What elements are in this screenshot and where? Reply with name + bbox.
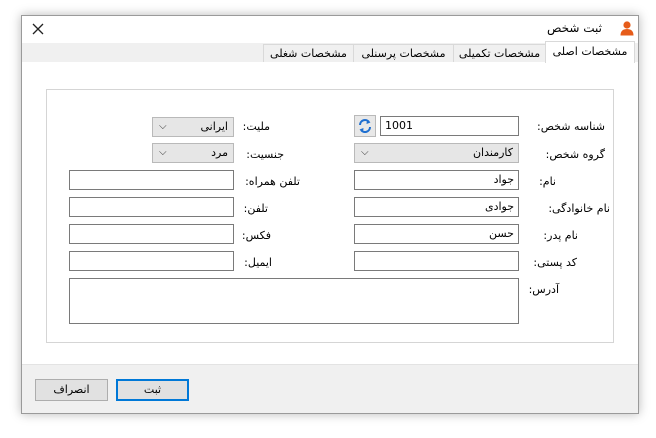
father-name-field[interactable]: حسن bbox=[354, 224, 519, 244]
last-name-field[interactable]: جوادی bbox=[354, 197, 519, 217]
person-group-label: گروه شخص: bbox=[545, 148, 605, 161]
person-group-select[interactable]: کارمندان ⌵ bbox=[354, 143, 519, 163]
refresh-id-button[interactable] bbox=[354, 115, 376, 137]
mobile-label: تلفن همراه: bbox=[245, 175, 300, 188]
gender-value: مرد bbox=[211, 146, 228, 159]
nationality-value: ایرانی bbox=[200, 120, 228, 133]
fax-field[interactable] bbox=[69, 224, 234, 244]
nationality-label: ملیت: bbox=[242, 120, 270, 133]
email-field[interactable] bbox=[69, 251, 234, 271]
title-bar bbox=[22, 16, 638, 43]
close-icon bbox=[32, 23, 44, 35]
window-title: ثبت شخص bbox=[546, 21, 602, 35]
last-name-label: نام خانوادگی: bbox=[548, 202, 610, 215]
fax-label: فکس: bbox=[241, 229, 271, 242]
person-group-value: کارمندان bbox=[472, 146, 513, 159]
address-field[interactable] bbox=[69, 278, 519, 324]
close-button[interactable] bbox=[26, 17, 50, 41]
gender-label: جنسیت: bbox=[246, 148, 284, 161]
first-name-label: نام: bbox=[539, 175, 556, 188]
chevron-down-icon: ⌵ bbox=[159, 147, 167, 158]
bottom-separator bbox=[22, 364, 638, 365]
person-id-field[interactable]: 1001 bbox=[380, 116, 519, 136]
person-id-label: شناسه شخص: bbox=[537, 120, 605, 133]
cancel-button[interactable]: انصراف bbox=[35, 379, 108, 401]
gender-select[interactable]: مرد ⌵ bbox=[152, 143, 234, 163]
postal-code-label: کد پستی: bbox=[533, 256, 577, 269]
chevron-down-icon: ⌵ bbox=[361, 147, 369, 158]
tab-job-info[interactable]: مشخصات شغلی bbox=[263, 44, 354, 63]
phone-label: تلفن: bbox=[243, 202, 268, 215]
chevron-down-icon: ⌵ bbox=[159, 121, 167, 132]
phone-field[interactable] bbox=[69, 197, 234, 217]
tab-main-info[interactable]: مشخصات اصلی bbox=[545, 41, 635, 63]
nationality-select[interactable]: ایرانی ⌵ bbox=[152, 117, 234, 137]
submit-button[interactable]: ثبت bbox=[116, 379, 189, 401]
father-name-label: نام پدر: bbox=[543, 229, 578, 242]
address-label: آدرس: bbox=[528, 283, 559, 296]
postal-code-field[interactable] bbox=[354, 251, 519, 271]
tab-personnel-info[interactable]: مشخصات پرسنلی bbox=[353, 44, 454, 63]
refresh-icon bbox=[359, 119, 371, 133]
email-label: ایمیل: bbox=[244, 256, 272, 269]
first-name-field[interactable]: جواد bbox=[354, 170, 519, 190]
mobile-field[interactable] bbox=[69, 170, 234, 190]
tab-additional-info[interactable]: مشخصات تکمیلی bbox=[453, 44, 546, 63]
person-icon bbox=[620, 21, 634, 36]
